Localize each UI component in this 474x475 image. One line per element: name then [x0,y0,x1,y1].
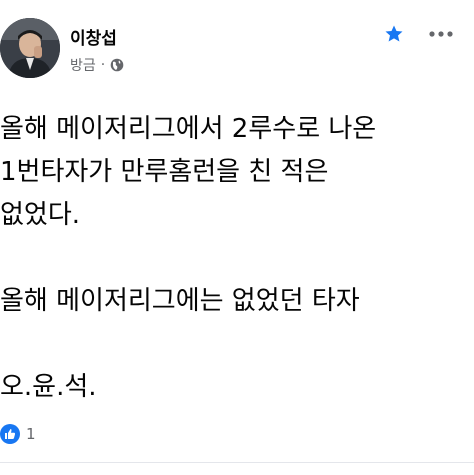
post-line: 올해 메이저리그에는 없었던 타자 [0,286,360,316]
avatar[interactable] [0,18,60,78]
like-icon [0,424,20,444]
globe-icon[interactable] [110,58,124,72]
post-time[interactable]: 방금 [70,55,96,75]
meta-separator: · [100,57,106,73]
author-name[interactable]: 이창섭 [70,24,117,49]
post-line: 없었다. [0,200,81,230]
post-meta: 방금 · [70,55,124,75]
reaction-count: 1 [26,425,36,443]
star-icon[interactable] [384,24,404,44]
divider [0,462,474,463]
post-line: 1번타자가 만루홈런을 친 적은 [0,157,329,187]
post-line-blank [0,237,470,280]
post-body: 올해 메이저리그에서 2루수로 나온 1번타자가 만루홈런을 친 적은 없었다.… [0,108,470,409]
reaction-summary[interactable]: 1 [0,424,36,444]
facebook-post: 이창섭 방금 · 올해 메이저리그에서 2루수로 나온 1번타자가 만루홈런을 … [0,0,474,475]
post-line: 오.윤.석. [0,372,97,402]
more-options-icon[interactable] [428,24,454,44]
avatar-photo [0,18,60,78]
post-line-blank [0,323,470,366]
post-line: 올해 메이저리그에서 2루수로 나온 [0,114,377,144]
